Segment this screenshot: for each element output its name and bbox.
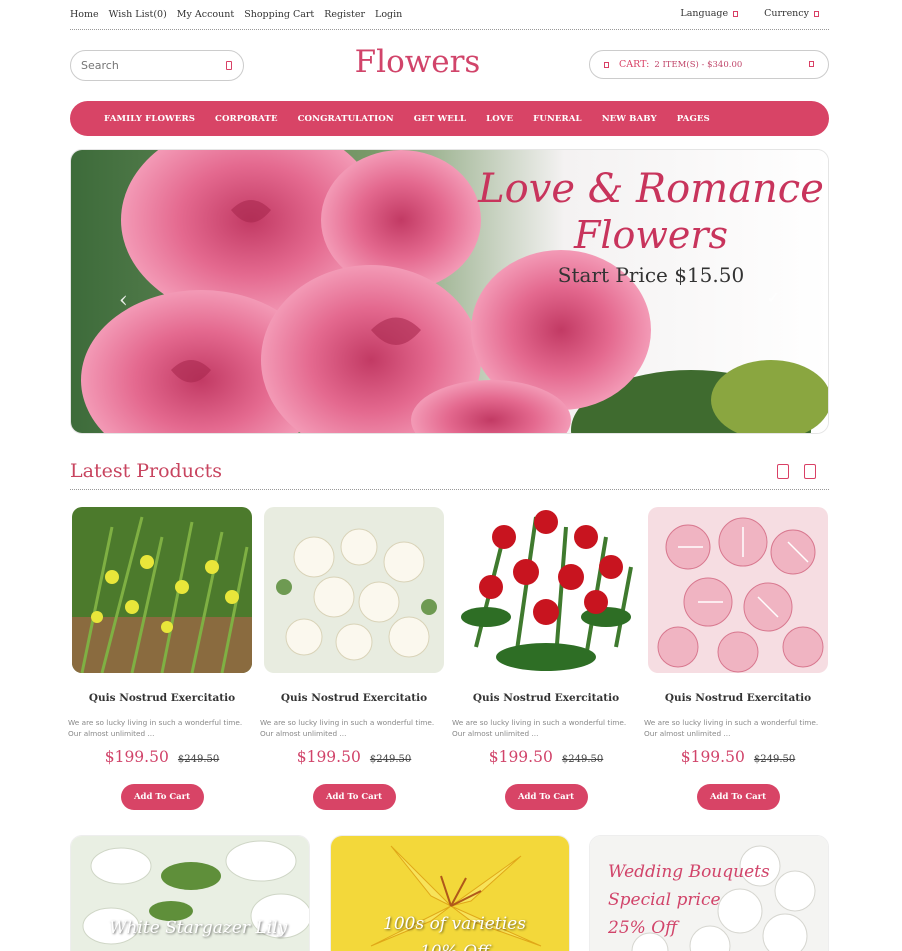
slider-next-icon[interactable]: ✓: [767, 288, 780, 307]
top-links: Home Wish List(0) My Account Shopping Ca…: [70, 9, 402, 20]
nav-funeral[interactable]: FUNERAL: [533, 114, 582, 124]
home-link[interactable]: Home: [70, 9, 99, 20]
product-image[interactable]: [648, 507, 828, 673]
product-prices: $199.50 $249.50: [456, 747, 636, 766]
top-right-options: Language Currency: [680, 8, 819, 19]
next-products-icon[interactable]: [804, 464, 816, 479]
my-account-link[interactable]: My Account: [177, 9, 234, 20]
product-prices: $199.50 $249.50: [264, 747, 444, 766]
add-to-cart-button[interactable]: Add To Cart: [120, 784, 204, 810]
cart-icon: [604, 61, 609, 68]
banner-text: White Stargazer Lily: [109, 918, 288, 938]
product-image[interactable]: [456, 507, 636, 673]
slider-price-text: Start Price $15.50: [558, 263, 744, 287]
dropdown-icon: [814, 10, 819, 17]
currency-dropdown[interactable]: Currency: [764, 8, 819, 19]
cart-button[interactable]: CART: 2 ITEM(S) - $340.00: [589, 50, 829, 79]
product-old-price: $249.50: [177, 754, 220, 765]
add-to-cart-button[interactable]: Add To Cart: [312, 784, 396, 810]
product-description: We are so lucky living in such a wonderf…: [260, 718, 435, 738]
product-name[interactable]: Quis Nostrud Exercitatio: [72, 692, 252, 704]
product-price: $199.50: [104, 748, 169, 766]
main-nav: FAMILY FLOWERS CORPORATE CONGRATULATION …: [70, 101, 829, 136]
cart-dropdown-icon: [809, 61, 814, 67]
search-icon[interactable]: [226, 61, 232, 70]
cart-label: CART:: [619, 59, 650, 70]
product-name[interactable]: Quis Nostrud Exercitatio: [456, 692, 636, 704]
currency-label: Currency: [764, 8, 809, 19]
product-description: We are so lucky living in such a wonderf…: [68, 718, 243, 738]
product-prices: $199.50 $249.50: [648, 747, 828, 766]
promo-banner-lily[interactable]: White Stargazer Lily: [70, 835, 310, 951]
latest-products-title: Latest Products: [70, 460, 222, 482]
shopping-cart-link[interactable]: Shopping Cart: [244, 9, 314, 20]
cart-summary: 2 ITEM(S) - $340.00: [654, 59, 743, 70]
product-price: $199.50: [296, 748, 361, 766]
nav-congratulation[interactable]: CONGRATULATION: [298, 114, 394, 124]
product-old-price: $249.50: [369, 754, 412, 765]
product-prices: $199.50 $249.50: [72, 747, 252, 766]
product-image[interactable]: [264, 507, 444, 673]
hero-slider[interactable]: Love & Romance Flowers Start Price $15.5…: [70, 149, 829, 434]
nav-get-well[interactable]: GET WELL: [414, 114, 466, 124]
banner-text: 100s of varieties 10% Off: [383, 914, 526, 951]
promo-banner-wedding[interactable]: Wedding Bouquets Special price 25% Off: [589, 835, 829, 951]
nav-new-baby[interactable]: NEW BABY: [602, 114, 657, 124]
product-old-price: $249.50: [753, 754, 796, 765]
promo-banner-varieties[interactable]: 100s of varieties 10% Off: [330, 835, 570, 951]
language-label: Language: [680, 8, 729, 19]
slider-title-line2: Flowers: [573, 213, 728, 257]
product-name[interactable]: Quis Nostrud Exercitatio: [648, 692, 828, 704]
language-dropdown[interactable]: Language: [680, 8, 739, 19]
register-link[interactable]: Register: [324, 9, 365, 20]
site-logo[interactable]: Flowers: [330, 44, 505, 80]
nav-love[interactable]: LOVE: [486, 114, 513, 124]
product-price: $199.50: [488, 748, 553, 766]
wish-list-link[interactable]: Wish List(0): [109, 9, 167, 20]
hero-image: Love & Romance Flowers Start Price $15.5…: [71, 150, 828, 433]
slider-prev-icon[interactable]: ‹: [119, 288, 128, 313]
banner-text: Wedding Bouquets Special price 25% Off: [608, 862, 770, 938]
nav-family-flowers[interactable]: FAMILY FLOWERS: [104, 114, 195, 124]
product-card: Quis Nostrud Exercitatio We are so lucky…: [452, 507, 636, 810]
add-to-cart-button[interactable]: Add To Cart: [696, 784, 780, 810]
section-divider: [70, 489, 829, 490]
product-description: We are so lucky living in such a wonderf…: [644, 718, 819, 738]
slider-title-line1: Love & Romance: [477, 166, 824, 212]
login-link[interactable]: Login: [375, 9, 402, 20]
nav-corporate[interactable]: CORPORATE: [215, 114, 278, 124]
top-bar: Home Wish List(0) My Account Shopping Ca…: [70, 0, 829, 30]
prev-products-icon[interactable]: [777, 464, 789, 479]
product-old-price: $249.50: [561, 754, 604, 765]
product-card: Quis Nostrud Exercitatio We are so lucky…: [644, 507, 828, 810]
product-description: We are so lucky living in such a wonderf…: [452, 718, 627, 738]
nav-pages[interactable]: PAGES: [677, 114, 710, 124]
search-box: [70, 50, 244, 81]
product-card: Quis Nostrud Exercitatio We are so lucky…: [68, 507, 252, 810]
product-price: $199.50: [680, 748, 745, 766]
search-input[interactable]: [81, 59, 211, 72]
product-name[interactable]: Quis Nostrud Exercitatio: [264, 692, 444, 704]
product-card: Quis Nostrud Exercitatio We are so lucky…: [260, 507, 444, 810]
dropdown-icon: [733, 10, 739, 17]
product-image[interactable]: [72, 507, 252, 673]
add-to-cart-button[interactable]: Add To Cart: [504, 784, 588, 810]
